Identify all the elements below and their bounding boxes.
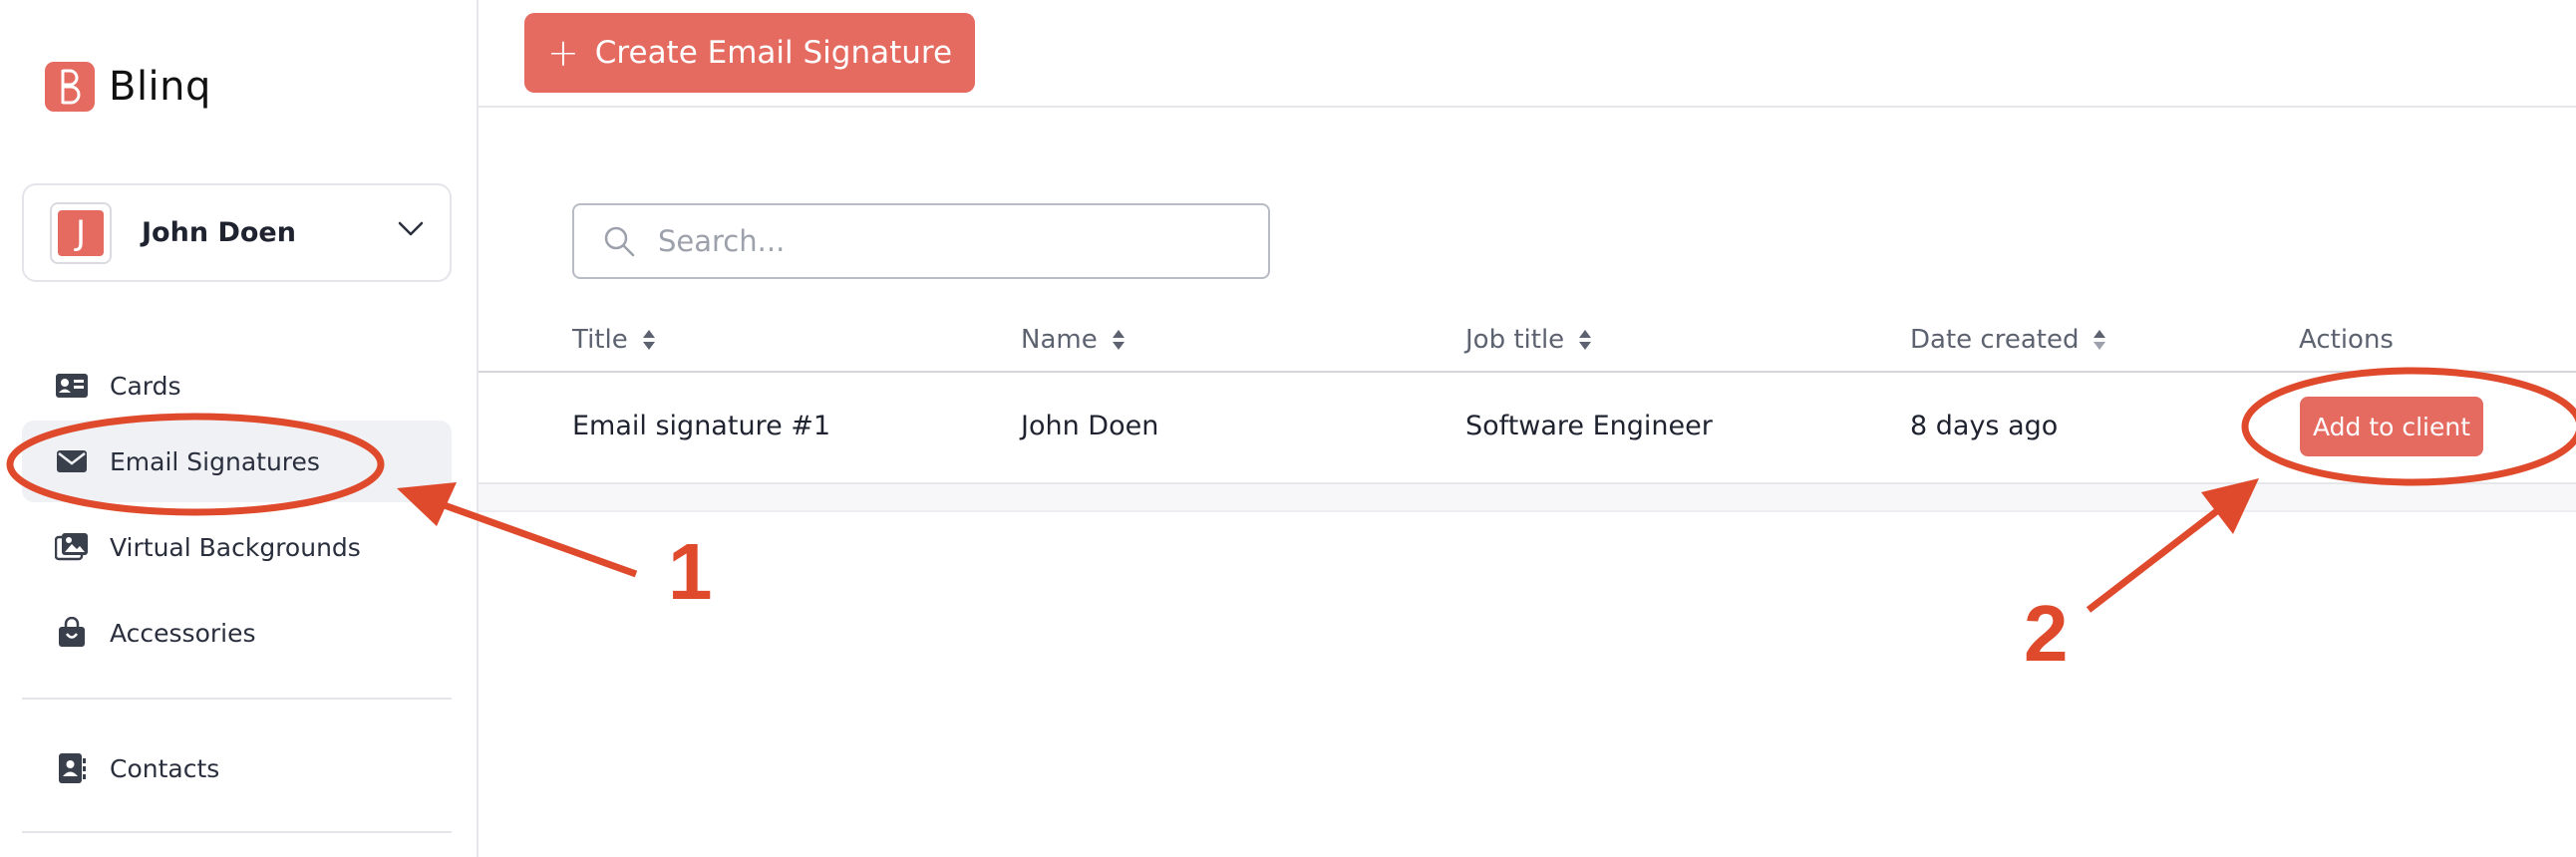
create-email-signature-button[interactable]: + Create Email Signature bbox=[524, 13, 975, 93]
sidebar-item-label: Virtual Backgrounds bbox=[110, 532, 361, 562]
table-footer bbox=[479, 484, 2576, 512]
cell-date-created: 8 days ago bbox=[1910, 411, 2059, 441]
column-header-label: Actions bbox=[2299, 325, 2394, 355]
add-to-client-button[interactable]: Add to client bbox=[2300, 397, 2483, 456]
sidebar-item-label: Contacts bbox=[110, 753, 220, 783]
chevron-down-icon bbox=[398, 221, 424, 236]
account-switcher[interactable]: J John Doen bbox=[22, 183, 452, 282]
plus-icon: + bbox=[546, 31, 579, 75]
envelope-icon bbox=[54, 445, 90, 477]
sort-icon bbox=[1112, 328, 1126, 352]
brand-logo[interactable]: Blinq bbox=[45, 62, 211, 112]
sidebar-item-contacts[interactable]: Contacts bbox=[22, 727, 452, 809]
avatar-initial: J bbox=[58, 209, 104, 256]
column-header-job-title[interactable]: Job title bbox=[1465, 325, 1592, 355]
shopping-bag-icon bbox=[54, 617, 90, 649]
sidebar-item-label: Email Signatures bbox=[110, 446, 320, 476]
images-icon bbox=[54, 531, 90, 563]
annotation-number-2: 2 bbox=[2024, 589, 2069, 678]
annotation-number-1: 1 bbox=[668, 527, 713, 616]
search-icon bbox=[604, 226, 635, 257]
column-header-title[interactable]: Title bbox=[572, 325, 656, 355]
account-name: John Doen bbox=[142, 217, 296, 248]
top-bar: + Create Email Signature bbox=[479, 0, 2576, 108]
column-header-label: Name bbox=[1021, 325, 1098, 355]
column-header-actions: Actions bbox=[2299, 325, 2394, 355]
brand-name: Blinq bbox=[109, 64, 211, 110]
cell-job-title: Software Engineer bbox=[1465, 411, 1713, 441]
cell-title: Email signature #1 bbox=[572, 411, 831, 441]
column-header-date-created[interactable]: Date created bbox=[1910, 325, 2106, 355]
sidebar-item-label: Accessories bbox=[110, 618, 256, 648]
sort-icon bbox=[642, 328, 656, 352]
annotation-arrow-2 bbox=[2086, 507, 2221, 613]
table-row[interactable]: Email signature #1 John Doen Software En… bbox=[479, 373, 2576, 484]
sidebar-divider bbox=[22, 698, 452, 700]
sidebar-item-email-signatures[interactable]: Email Signatures bbox=[22, 421, 452, 502]
sort-icon bbox=[2093, 328, 2106, 352]
sidebar-item-cards[interactable]: Cards bbox=[22, 345, 452, 427]
column-header-label: Date created bbox=[1910, 325, 2080, 355]
contact-book-icon bbox=[54, 752, 90, 784]
column-header-label: Title bbox=[572, 325, 628, 355]
sidebar-item-virtual-backgrounds[interactable]: Virtual Backgrounds bbox=[22, 506, 452, 588]
sort-icon bbox=[1578, 328, 1592, 352]
sidebar: Blinq J John Doen Cards Email Signatures… bbox=[0, 0, 479, 857]
table-header: Title Name Job title Date created Action… bbox=[479, 317, 2576, 373]
id-card-icon bbox=[54, 370, 90, 402]
column-header-name[interactable]: Name bbox=[1021, 325, 1126, 355]
create-button-label: Create Email Signature bbox=[594, 35, 953, 71]
column-header-label: Job title bbox=[1465, 325, 1565, 355]
sidebar-item-accessories[interactable]: Accessories bbox=[22, 592, 452, 674]
cell-name: John Doen bbox=[1021, 411, 1159, 441]
sidebar-divider bbox=[22, 831, 452, 833]
avatar: J bbox=[50, 201, 112, 264]
search-box bbox=[572, 203, 1270, 279]
sidebar-item-label: Cards bbox=[110, 371, 181, 401]
blinq-logo-icon bbox=[45, 62, 95, 112]
search-input[interactable] bbox=[658, 224, 1216, 258]
